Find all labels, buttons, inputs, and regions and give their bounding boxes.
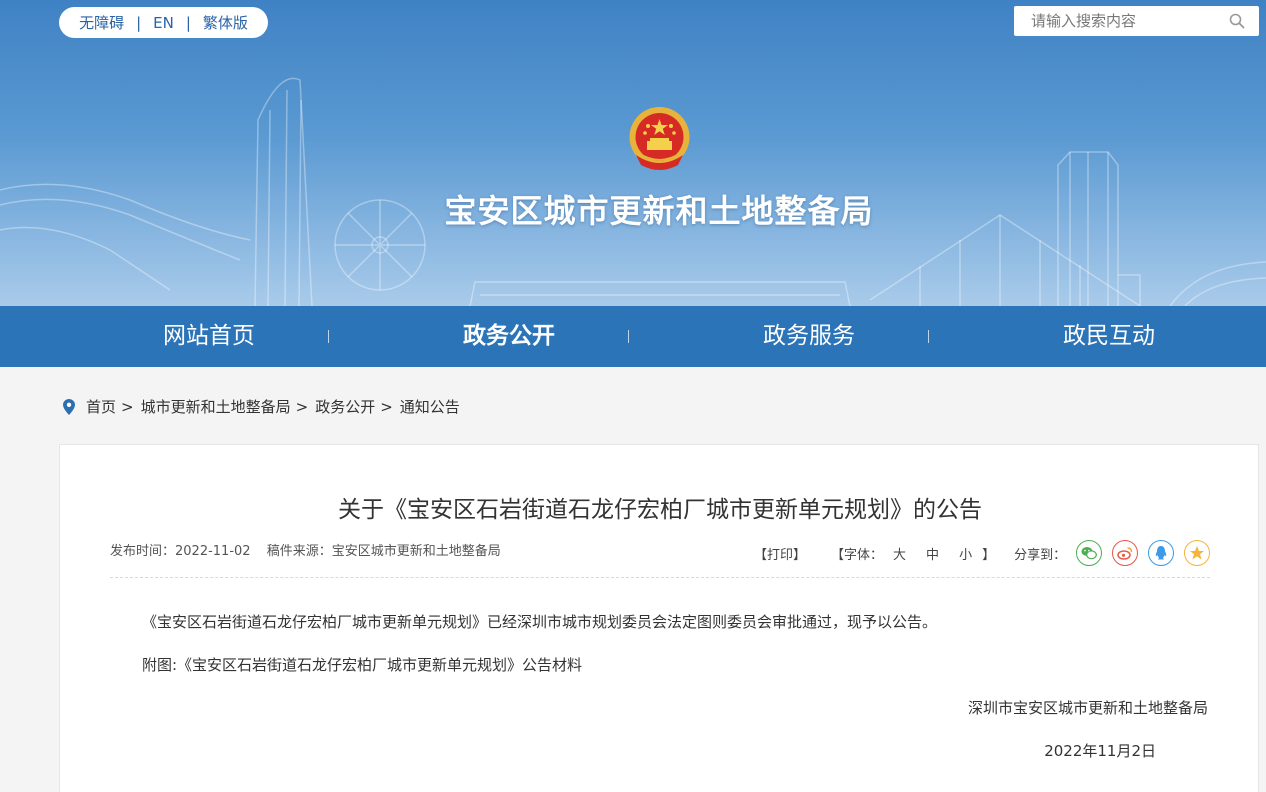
nav-item-government-affairs[interactable]: 政务公开 bbox=[359, 306, 659, 367]
font-size-small[interactable]: 小 bbox=[959, 544, 972, 563]
share-wechat-button[interactable] bbox=[1076, 540, 1103, 566]
print-button[interactable]: 【打印】 bbox=[754, 544, 806, 563]
nav-item-public-interaction[interactable]: 政民互动 bbox=[959, 306, 1259, 367]
breadcrumb-bureau[interactable]: 城市更新和土地整备局 bbox=[141, 396, 291, 417]
topbar-separator: | bbox=[136, 13, 142, 32]
english-link[interactable]: EN bbox=[153, 14, 174, 32]
article-tools: 【打印】 【字体： 大 中 小 】 分享到： bbox=[754, 540, 1220, 566]
share-weibo-button[interactable] bbox=[1112, 540, 1139, 566]
search-input[interactable] bbox=[1031, 12, 1221, 30]
search-box bbox=[1014, 6, 1259, 36]
article-attachment-link[interactable]: 附图:《宝安区石岩街道石龙仔宏柏厂城市更新单元规划》公告材料 bbox=[142, 654, 582, 675]
main-nav: 网站首页 政务公开 政务服务 政民互动 bbox=[0, 306, 1266, 367]
breadcrumb-separator: > bbox=[121, 397, 134, 416]
national-emblem-icon bbox=[629, 107, 690, 170]
accessibility-link[interactable]: 无障碍 bbox=[79, 12, 124, 33]
source-label: 稿件来源：宝安区城市更新和土地整备局 bbox=[266, 544, 501, 559]
wechat-icon bbox=[1081, 547, 1098, 560]
breadcrumb-government-affairs[interactable]: 政务公开 bbox=[315, 396, 375, 417]
article-signature: 深圳市宝安区城市更新和土地整备局 bbox=[967, 699, 1208, 717]
accessibility-language-bar: 无障碍 | EN | 繁体版 bbox=[59, 7, 268, 38]
breadcrumb-home[interactable]: 首页 bbox=[86, 396, 116, 417]
publish-date: 2022-11-02 bbox=[175, 544, 251, 559]
article-paragraph: 《宝安区石岩街道石龙仔宏柏厂城市更新单元规划》已经深圳市城市规划委员会法定图则委… bbox=[142, 613, 938, 631]
font-size-close: 】 bbox=[982, 547, 996, 563]
nav-divider bbox=[928, 330, 929, 343]
breadcrumb-notices[interactable]: 通知公告 bbox=[400, 396, 460, 417]
breadcrumb: 首页 > 城市更新和土地整备局 > 政务公开 > 通知公告 bbox=[63, 396, 460, 417]
nav-item-home[interactable]: 网站首页 bbox=[59, 306, 359, 367]
article-title: 关于《宝安区石岩街道石龙仔宏柏厂城市更新单元规划》的公告 bbox=[338, 497, 982, 523]
site-title: 宝安区城市更新和土地整备局 bbox=[444, 192, 874, 230]
traditional-chinese-link[interactable]: 繁体版 bbox=[203, 12, 248, 33]
article-card: 关于《宝安区石岩街道石龙仔宏柏厂城市更新单元规划》的公告 发布时间：2022-1… bbox=[59, 444, 1259, 792]
header-banner: 无障碍 | EN | 繁体版 宝安区城市更新和土地整备局 bbox=[0, 0, 1266, 306]
share-favorite-button[interactable] bbox=[1184, 540, 1211, 566]
nav-item-government-services[interactable]: 政务服务 bbox=[659, 306, 959, 367]
meta-divider bbox=[110, 577, 1210, 578]
font-size-label: 【字体： bbox=[831, 547, 884, 563]
qq-icon bbox=[1155, 546, 1167, 560]
favorite-icon bbox=[1190, 546, 1205, 560]
share-qq-button[interactable] bbox=[1148, 540, 1175, 566]
nav-divider bbox=[328, 330, 329, 343]
breadcrumb-separator: > bbox=[295, 397, 309, 416]
breadcrumb-separator: > bbox=[380, 397, 393, 416]
source-name: 宝安区城市更新和土地整备局 bbox=[331, 544, 501, 559]
article-date: 2022年11月2日 bbox=[1044, 742, 1156, 760]
article-meta: 发布时间：2022-11-02 稿件来源：宝安区城市更新和土地整备局 bbox=[110, 540, 513, 559]
location-pin-icon bbox=[63, 398, 75, 415]
nav-divider bbox=[628, 330, 629, 343]
topbar-separator: | bbox=[185, 13, 191, 32]
search-icon[interactable] bbox=[1229, 13, 1245, 29]
weibo-icon bbox=[1117, 547, 1133, 560]
publish-label: 发布时间：2022-11-02 bbox=[110, 544, 251, 559]
share-label: 分享到： bbox=[1014, 547, 1067, 563]
font-size-medium[interactable]: 中 bbox=[926, 544, 939, 563]
font-size-large[interactable]: 大 bbox=[893, 544, 906, 563]
